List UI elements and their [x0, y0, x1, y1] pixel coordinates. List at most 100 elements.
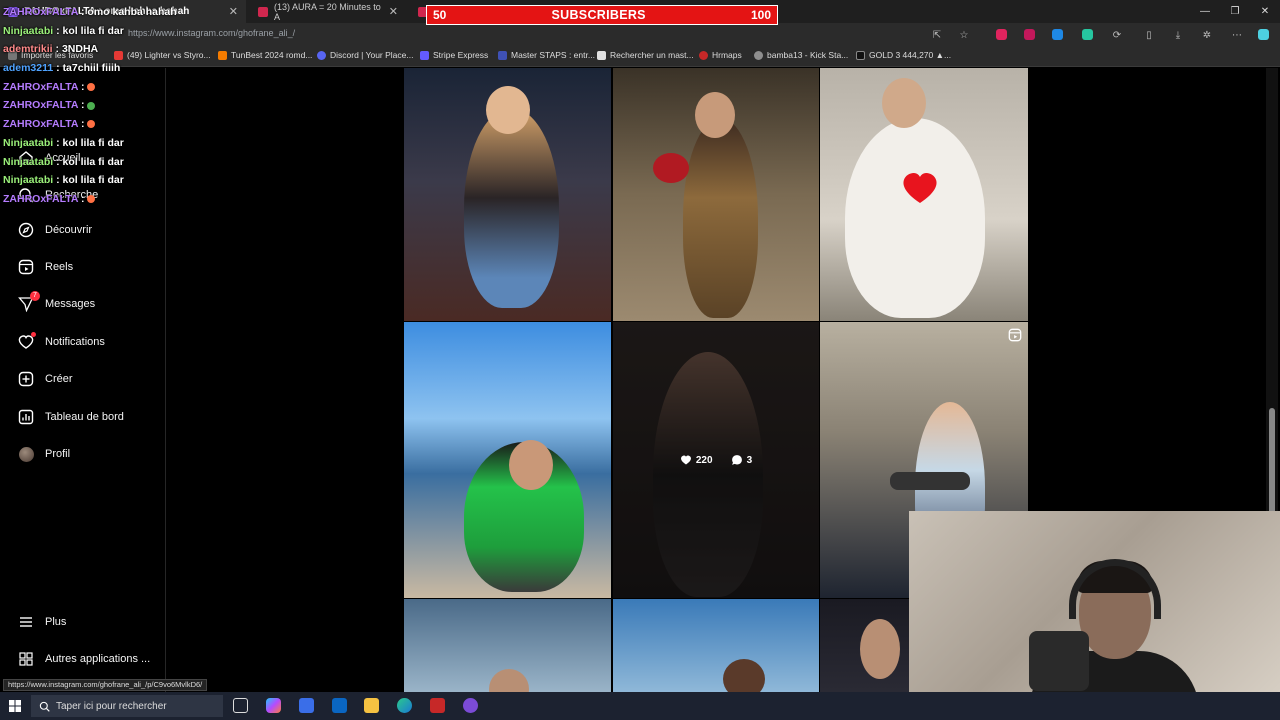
document-icon [597, 50, 606, 60]
compass-icon [18, 222, 34, 238]
reload-icon[interactable]: ⟳ [1110, 28, 1124, 42]
bookmark-item[interactable]: bamba13 - Kick Sta... [754, 50, 848, 60]
subscriber-goal-bar: 50 SUBSCRIBERS 100 [426, 5, 778, 25]
sidebar-item-dashboard[interactable]: Tableau de bord [18, 409, 124, 425]
post-tile[interactable] [404, 599, 611, 692]
post-tile[interactable] [820, 68, 1028, 321]
copilot-icon[interactable] [266, 698, 281, 713]
chat-text: ta7chiil fiiih [62, 62, 121, 75]
outlook-icon[interactable] [332, 698, 347, 713]
post-photo-face [509, 440, 553, 490]
file-explorer-icon[interactable] [364, 698, 379, 713]
chat-emote-icon [87, 82, 96, 91]
sidebar-item-profile[interactable]: Profil [18, 446, 70, 462]
tab-youtube[interactable]: (13) AURA = 20 Minutes to A ✕ [250, 0, 406, 23]
chat-message: Ninjaatabi : kol lila fi dar [3, 22, 243, 41]
chat-message: Ninjaatabi : kol lila fi dar [3, 153, 243, 172]
chat-separator: : [53, 174, 63, 187]
chat-message: adem3211 : ta7chiil fiiih [3, 59, 243, 78]
maximize-icon[interactable]: ❐ [1220, 0, 1250, 23]
youtube-icon [258, 6, 268, 17]
sidebar-item-explore[interactable]: Découvrir [18, 222, 92, 238]
store-icon[interactable] [299, 698, 314, 713]
chat-text: kol lila fi dar [62, 155, 124, 168]
stripe-icon [420, 50, 429, 60]
reels-icon [1008, 328, 1022, 342]
bookmark-item[interactable]: GOLD 3 444,270 ▲... [856, 50, 951, 60]
post-photo-face [882, 78, 926, 128]
sidebar-item-other-apps[interactable]: Autres applications ... [18, 651, 150, 667]
chat-text: kol lila fi dar [62, 136, 124, 149]
notification-dot [31, 332, 36, 337]
bookmark-item[interactable]: Stripe Express [420, 50, 488, 60]
menu-dots-icon[interactable]: ⋯ [1230, 28, 1244, 42]
extension-icon[interactable] [1052, 29, 1063, 40]
sub-target: 100 [750, 8, 771, 22]
sidebar-item-more[interactable]: Plus [18, 614, 66, 630]
copilot-icon[interactable] [1258, 29, 1269, 40]
bookmark-item[interactable]: Hrmaps [699, 50, 742, 60]
sidebar-toggle-icon[interactable]: ▯ [1142, 28, 1156, 42]
minimize-icon[interactable]: — [1190, 0, 1220, 23]
bookmark-item[interactable]: Master STAPS : entr... [498, 50, 595, 60]
close-tab-icon[interactable]: ✕ [389, 5, 398, 18]
recording-app-icon[interactable] [430, 698, 445, 713]
bookmark-star-icon[interactable]: ☆ [957, 28, 971, 42]
chat-username: Ninjaatabi [3, 155, 54, 168]
post-tile-hovered[interactable]: 220 3 [613, 322, 819, 598]
chat-username: ZAHROxFALTA [3, 118, 79, 131]
chat-message: ZAHROxFALTA : [3, 115, 243, 134]
extensions-puzzle-icon[interactable]: ✲ [1200, 28, 1214, 42]
post-tile[interactable] [613, 599, 819, 692]
post-tile[interactable] [613, 68, 819, 321]
post-photo-face [489, 669, 529, 692]
post-photo [683, 118, 758, 318]
heart-emoji-icon [903, 173, 937, 203]
extension-icon[interactable] [1024, 29, 1035, 40]
close-window-icon[interactable]: ✕ [1250, 0, 1280, 23]
bookmark-item[interactable]: Discord | Your Place... [317, 50, 413, 60]
reels-icon [18, 259, 34, 275]
stream-chat-overlay: ZAHROxFALTA : omo kahba hahah Ninjaatabi … [3, 3, 243, 209]
chat-username: ZAHROxFALTA [3, 99, 79, 112]
menu-icon [18, 614, 34, 630]
task-view-icon[interactable] [233, 698, 248, 713]
sidebar-item-notifications[interactable]: Notifications [18, 332, 105, 350]
bookmark-item[interactable]: Rechercher un mast... [597, 50, 694, 60]
messenger-icon: 7 [18, 291, 40, 312]
taskbar-search-input[interactable]: Taper ici pour rechercher [31, 695, 223, 717]
extension-icon[interactable] [1082, 29, 1093, 40]
chat-separator: : [78, 80, 88, 93]
download-icon[interactable]: ⤓ [1171, 28, 1185, 42]
chat-message: Ninjaatabi : kol lila fi dar [3, 171, 243, 190]
sidebar-item-reels[interactable]: Reels [18, 259, 73, 275]
post-tile[interactable] [404, 68, 611, 321]
sidebar-item-messages[interactable]: 7 Messages [18, 291, 95, 312]
school-icon [498, 50, 507, 60]
extension-icon[interactable] [996, 29, 1007, 40]
heart-icon [18, 332, 36, 350]
chat-emote-icon [87, 120, 96, 129]
windows-start-icon[interactable] [9, 700, 21, 712]
sidebar-item-create[interactable]: Créer [18, 371, 73, 387]
chat-message: ZAHROxFALTA : omo kahba hahah [3, 3, 243, 22]
sub-current: 50 [433, 8, 447, 22]
open-in-app-icon[interactable]: ⇱ [930, 28, 944, 42]
chat-separator: : [78, 6, 88, 18]
tab-label: (13) AURA = 20 Minutes to A [274, 1, 381, 22]
chat-separator: : [78, 118, 88, 131]
apps-grid-icon [18, 651, 34, 667]
screen: ZAHROxFALTA : omo kahba hahah ✕ (13) AUR… [0, 0, 1280, 720]
messages-badge: 7 [30, 291, 40, 301]
scooter [890, 472, 970, 490]
search-icon [39, 701, 50, 712]
post-photo-face [860, 619, 900, 679]
comment-icon [731, 455, 742, 465]
obs-icon[interactable] [463, 698, 478, 713]
microphone-icon [1029, 631, 1089, 691]
post-tile[interactable] [404, 322, 611, 598]
chat-message: ZAHROxFALTA : [3, 190, 243, 209]
chat-separator: : [78, 192, 88, 205]
edge-icon[interactable] [397, 698, 412, 713]
chat-separator: : [53, 62, 63, 75]
